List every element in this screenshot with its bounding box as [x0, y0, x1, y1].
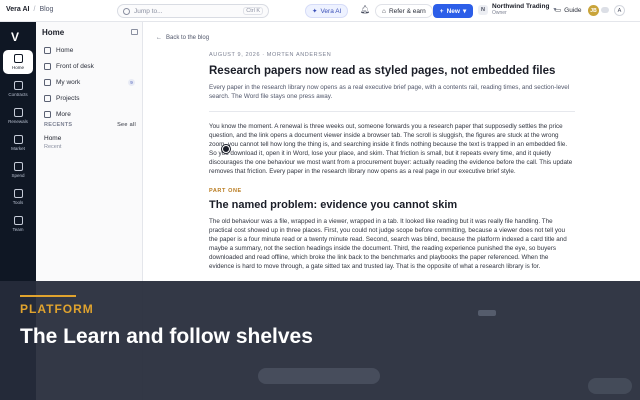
sidebar-item-front-of-desk[interactable]: Front of desk [42, 59, 139, 73]
breadcrumb-current[interactable]: Blog [39, 6, 53, 13]
section-label: PART ONE [209, 188, 242, 194]
refer-button[interactable]: ⌂ Refer & earn [375, 4, 433, 18]
bell-icon[interactable]: 🔔︎ [360, 5, 370, 15]
rail-label: Tools [12, 200, 24, 205]
grid-icon [44, 62, 51, 70]
sidebar-item-label: My work [56, 78, 81, 86]
sidebar-item-label: Home [56, 46, 74, 54]
rail-label: Spend [11, 173, 25, 178]
search-icon [123, 7, 130, 15]
recents-header: RECENTS See all [44, 122, 136, 128]
mouse-cursor [222, 145, 230, 153]
back-label: Back to the blog [166, 35, 210, 41]
app-name[interactable]: Vera AI [6, 6, 29, 13]
rail-label: Renewals [8, 119, 28, 124]
search-shortcut: Ctrl K [243, 7, 263, 15]
guide-button[interactable]: ▭ Guide [555, 6, 582, 15]
article-meta: AUGUST 9, 2026 · MORTEN ANDERSEN [209, 52, 332, 58]
rail-label: Team [12, 227, 24, 232]
search-input[interactable]: Jump to... Ctrl K [117, 4, 269, 18]
article: AUGUST 9, 2026 · MORTEN ANDERSEN Researc… [209, 52, 575, 271]
background-chip [478, 310, 496, 316]
rail-item-team[interactable]: Team [3, 212, 33, 236]
collapse-sidebar-icon[interactable] [131, 29, 138, 35]
refer-label: Refer & earn [388, 7, 426, 15]
background-pill [258, 368, 380, 384]
sidebar-item-label: Projects [56, 94, 80, 102]
overlay-headline: The Learn and follow shelves [20, 325, 313, 348]
org-role: Owner [492, 10, 507, 16]
tools-icon [13, 189, 23, 198]
chevron-down-icon: ▾ [462, 8, 467, 15]
recent-item-subtitle: Recent [44, 144, 62, 150]
sidebar-item-projects[interactable]: Projects [42, 91, 139, 105]
renewals-icon [13, 108, 23, 117]
vera-ai-label: Vera AI [320, 7, 342, 15]
grid-icon [44, 110, 51, 118]
background-pill [588, 378, 632, 394]
org-name: Northwind Trading [492, 3, 550, 10]
new-button[interactable]: + New ▾ [433, 4, 473, 18]
article-title: Research papers now read as styled pages… [209, 65, 556, 77]
rail-label: Market [11, 146, 25, 151]
sidebar-item-label: More [56, 110, 71, 118]
accent-rule [20, 295, 76, 297]
sidebar-item-more[interactable]: More [42, 107, 139, 121]
contracts-icon [13, 81, 23, 90]
gift-icon: ⌂ [382, 7, 386, 15]
org-switcher[interactable]: N Northwind Trading Owner ▾ [478, 3, 556, 16]
rail-item-tools[interactable]: Tools [3, 185, 33, 209]
article-lede: Every paper in the research library now … [209, 84, 570, 100]
overlay-banner: PLATFORM The Learn and follow shelves [0, 281, 640, 400]
back-link[interactable]: ← Back to the blog [156, 35, 209, 41]
rail-item-home[interactable]: Home [3, 50, 33, 74]
rail-item-contracts[interactable]: Contracts [3, 77, 33, 101]
grid-icon [44, 46, 51, 54]
article-paragraph: The old behaviour was a file, wrapped in… [209, 218, 567, 270]
arrow-left-icon: ← [156, 35, 162, 41]
spend-icon [13, 162, 23, 171]
vera-ai-button[interactable]: ✦ Vera AI [305, 4, 349, 18]
overlay-kicker: PLATFORM [20, 302, 94, 316]
team-icon [13, 216, 23, 225]
count-badge: 9 [128, 78, 135, 86]
sidebar-title: Home [42, 28, 65, 37]
avatar[interactable]: JB [588, 5, 599, 16]
see-all-link[interactable]: See all [117, 122, 136, 128]
folder-icon [44, 94, 51, 102]
rail-label: Home [11, 65, 24, 70]
book-icon: ▭ [555, 7, 562, 14]
theme-toggle[interactable] [601, 7, 609, 13]
sparkle-icon: ✦ [312, 8, 318, 15]
article-paragraph: You know the moment. A renewal is three … [209, 123, 573, 175]
sidebar-item-label: Front of desk [56, 62, 94, 70]
recent-item-title: Home [44, 135, 62, 142]
logo[interactable]: V [11, 30, 19, 44]
top-bar: Vera AI / Blog Jump to... Ctrl K ✦ Vera … [0, 0, 640, 22]
recents-label: RECENTS [44, 122, 73, 128]
briefcase-icon [44, 78, 51, 86]
market-icon [13, 135, 23, 144]
divider [209, 111, 575, 112]
account-avatar[interactable]: A [614, 5, 625, 16]
rail-item-market[interactable]: Market [3, 131, 33, 155]
new-label: New [446, 7, 460, 15]
search-placeholder: Jump to... [134, 7, 163, 15]
sidebar-item-my-work[interactable]: My work 9 [42, 75, 139, 89]
org-badge: N [478, 4, 488, 15]
home-icon [13, 54, 23, 63]
recent-item[interactable]: Home Recent [44, 135, 61, 150]
breadcrumb: Vera AI / Blog [6, 6, 53, 13]
section-heading: The named problem: evidence you cannot s… [209, 199, 458, 211]
breadcrumb-separator: / [33, 6, 36, 13]
rail-item-renewals[interactable]: Renewals [3, 104, 33, 128]
guide-label: Guide [564, 6, 582, 14]
plus-icon: + [439, 7, 444, 15]
rail-label: Contracts [8, 92, 28, 97]
sidebar-item-home[interactable]: Home [42, 43, 139, 57]
rail-item-spend[interactable]: Spend [3, 158, 33, 182]
